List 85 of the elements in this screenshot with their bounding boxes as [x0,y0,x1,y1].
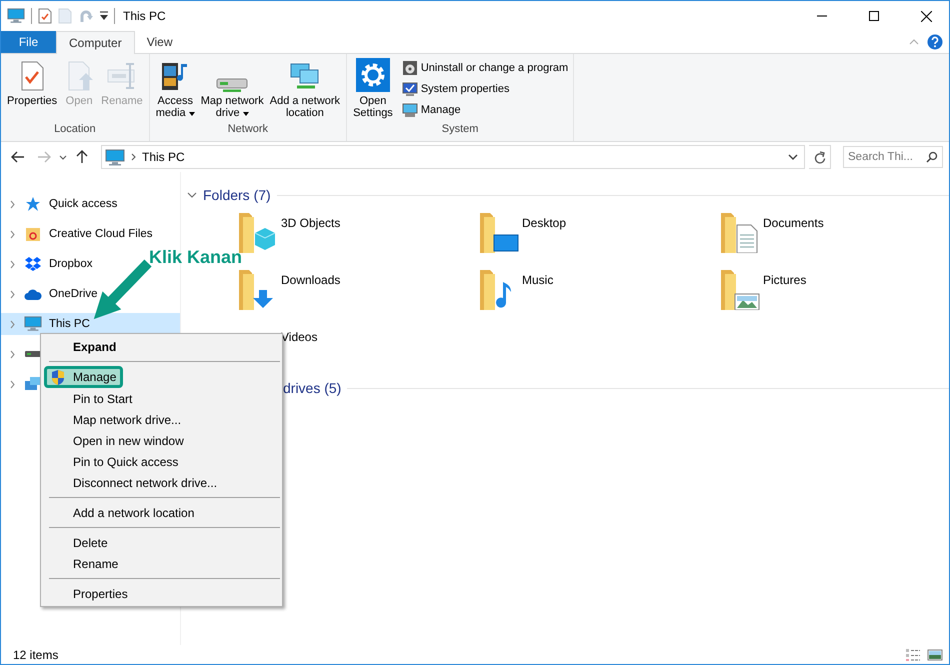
recent-dropdown-icon[interactable] [59,154,67,160]
folder-label[interactable]: Pictures [763,266,806,323]
menu-item[interactable]: Map network drive... [41,409,282,430]
collapse-chevron-icon[interactable] [187,192,197,198]
ribbon-button[interactable]: System properties [400,79,570,98]
nav-pane-item[interactable]: Creative Cloud Files [1,223,153,245]
nav-pane-item[interactable]: Quick access [1,193,118,215]
monitor-check-icon [402,80,418,96]
cloud-icon [24,287,42,301]
ribbon-button[interactable]: Manage [400,100,570,119]
computer-manage-icon [402,102,418,118]
ribbon-button[interactable]: Access media [154,58,197,123]
menu-item[interactable]: Delete [41,532,282,553]
ribbon-button[interactable]: Properties [5,58,60,123]
menu-item[interactable]: Properties [41,583,282,604]
shield-icon [50,369,66,386]
group-label: Network [226,123,270,137]
monitor-icon [24,316,42,332]
ribbon-tab[interactable]: View [134,31,184,53]
network-icon [24,376,42,392]
network-drive-icon [216,78,248,92]
ribbon-tab[interactable]: Computer [56,31,135,54]
file-tab[interactable]: File [1,31,56,53]
section-heading[interactable]: drives (5) [283,380,342,396]
monitor-icon [105,148,125,166]
up-arrow-icon [76,150,88,164]
item-count: 12 items [13,648,58,662]
search-field[interactable]: Search Thi... [843,146,943,168]
menu-item[interactable]: Expand [41,336,282,357]
checklist-icon[interactable] [38,8,52,24]
star-icon [25,196,41,212]
expand-chevron-icon[interactable] [10,320,14,328]
menu-item[interactable]: Pin to Start [41,388,282,409]
annotation-label: Klik Kanan [149,247,242,268]
menu-item[interactable]: Open in new window [41,430,282,451]
expand-chevron-icon[interactable] [10,230,14,238]
nav-pane-item[interactable]: OneDrive [1,283,98,305]
details-view-icon[interactable] [905,648,921,662]
address-dropdown-icon[interactable] [788,154,798,160]
forward-arrow-icon [37,151,51,163]
expand-chevron-icon[interactable] [10,290,14,298]
search-icon [926,151,938,163]
menu-item[interactable]: Pin to Quick access [41,451,282,472]
menu-item[interactable]: Rename [41,553,282,574]
folder-label[interactable]: Documents [763,209,824,266]
help-icon[interactable] [927,34,943,50]
menu-item[interactable]: Manage [44,366,124,388]
nav-pane-item[interactable]: Dropbox [1,253,92,275]
group-label: System [440,123,480,137]
address-field[interactable]: This PC [101,145,805,169]
group-label: Location [53,123,97,137]
dropbox-icon [25,256,41,272]
breadcrumb[interactable]: This PC [142,150,185,164]
close-icon [920,10,932,22]
ribbon-button[interactable]: Add a network location [268,58,342,123]
section-heading[interactable]: Folders (7) [203,187,271,203]
computer-icon [7,8,25,24]
expand-chevron-icon[interactable] [10,350,14,358]
ribbon-button[interactable]: Map network drive [198,58,266,123]
customize-dropdown-icon[interactable] [100,11,108,21]
refresh-icon [814,150,826,164]
collapse-ribbon-icon[interactable] [909,39,919,45]
folder-label[interactable]: Videos [281,323,318,380]
back-arrow-icon [11,151,25,163]
menu-item[interactable]: Disconnect network drive... [41,472,282,493]
window-title: This PC [123,9,166,23]
large-icons-view-icon[interactable] [927,648,943,662]
ribbon-button[interactable]: Uninstall or change a program [400,58,570,77]
drive-icon [25,350,41,358]
disc-box-icon [402,60,418,76]
breadcrumb-chevron-icon [131,153,136,161]
menu-item[interactable]: Add a network location [41,502,282,523]
folder-label[interactable]: Desktop [522,209,566,266]
expand-chevron-icon[interactable] [10,200,14,208]
ribbon-button[interactable]: Open Settings [351,58,395,123]
refresh-button[interactable] [809,145,831,169]
expand-chevron-icon[interactable] [10,260,14,268]
expand-chevron-icon[interactable] [10,380,14,388]
folder-label[interactable]: 3D Objects [281,209,340,266]
folder-label[interactable]: Music [522,266,554,323]
folder-swirl-icon [25,226,41,242]
folder-label[interactable]: Downloads [281,266,340,323]
gear-icon [356,58,390,92]
nav-pane-item[interactable]: This PC [1,313,180,335]
maximize-icon [869,11,879,21]
